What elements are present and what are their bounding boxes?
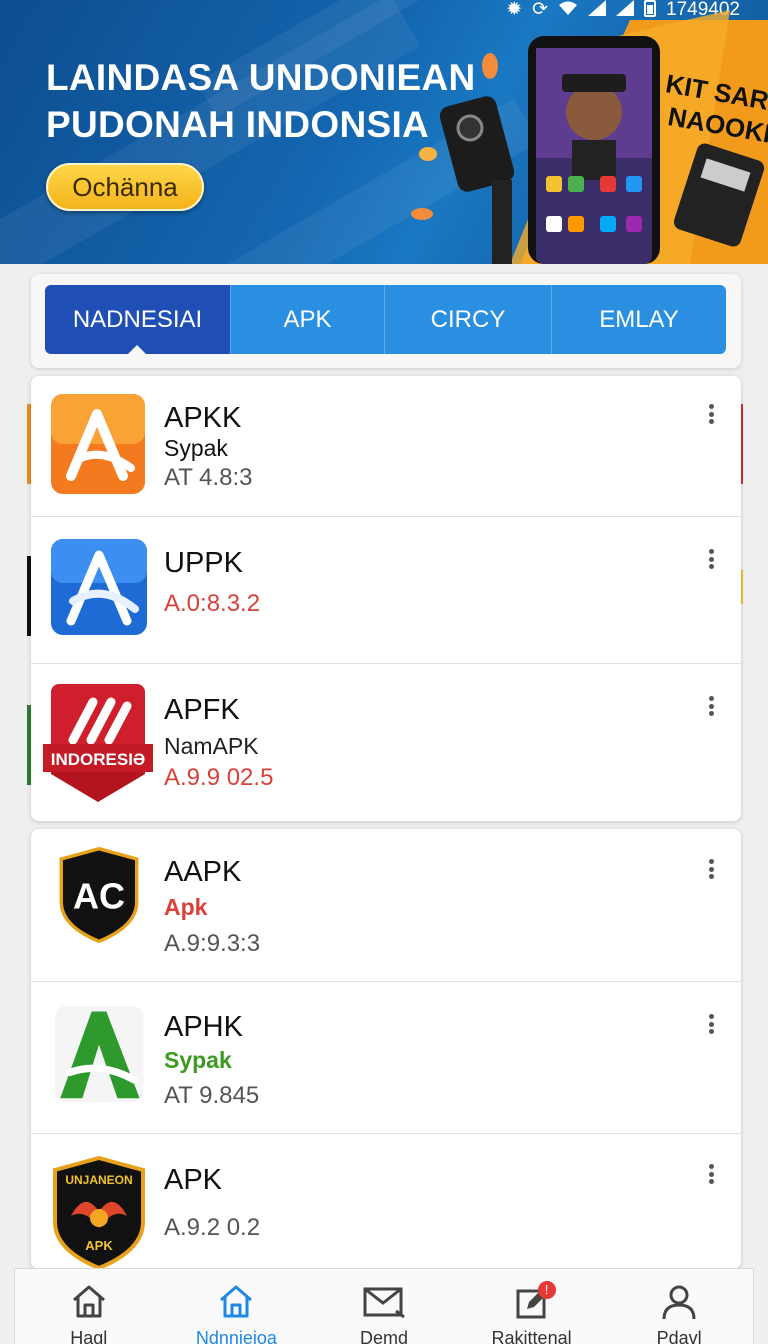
mail-icon	[363, 1287, 405, 1319]
app-name: APFK	[164, 694, 240, 726]
red-indonesia-app-icon: INDORESIƏ	[43, 684, 153, 802]
app-icon-text: AC	[73, 876, 125, 917]
app-icon-text: UNJANEON	[65, 1173, 132, 1187]
app-version: A.9.9 02.5	[164, 764, 274, 791]
nav-label: Pdavl	[656, 1328, 702, 1344]
tab-nadnesiai[interactable]: NADNESIAI	[45, 285, 230, 354]
list-item[interactable]: AC AAPK Apk A.9:9.3:3	[31, 829, 741, 982]
app-subtitle: Sypak	[164, 1047, 232, 1073]
category-tabs: NADNESIAI APK CIRCY EMLAY	[45, 285, 726, 354]
orange-a-app-icon	[51, 394, 145, 494]
active-tab-indicator	[127, 345, 147, 355]
app-name: APHK	[164, 1011, 243, 1043]
blue-a-app-icon	[51, 539, 147, 635]
list-item[interactable]: UNJANEON APK APK A.9.2 0.2	[31, 1134, 741, 1269]
app-version: A.9:9.3:3	[164, 930, 261, 957]
person-icon	[662, 1285, 696, 1320]
app-subtitle: Sypak	[164, 435, 228, 461]
ac-shield-app-icon: AC	[59, 847, 139, 943]
more-options-icon[interactable]	[706, 859, 716, 881]
nav-item-demd[interactable]: Demd	[310, 1269, 458, 1344]
home-icon	[72, 1285, 105, 1318]
tab-apk[interactable]: APK	[230, 285, 384, 354]
banner-cta-button[interactable]: Ochänna	[46, 163, 204, 211]
tab-emlay[interactable]: EMLAY	[551, 285, 726, 354]
more-options-icon[interactable]	[706, 404, 716, 426]
home-icon	[220, 1285, 253, 1318]
bottom-navigation: Hagl Ndnnieioa Demd ! Rakittenal Pdavl	[14, 1268, 754, 1344]
list-item[interactable]: INDORESIƏ APFK NamAPK A.9.9 02.5	[31, 664, 741, 821]
nav-label: Demd	[359, 1328, 408, 1344]
app-name: APK	[164, 1164, 223, 1196]
more-options-icon[interactable]	[706, 1014, 716, 1036]
promo-banner[interactable]: ✹ ⟳ 1749402 LAINDASA UNDONIEAN PUDONAH I…	[0, 0, 768, 264]
nav-item-rakittenal[interactable]: ! Rakittenal	[458, 1269, 606, 1344]
unjaneon-badge-app-icon: UNJANEON APK	[53, 1156, 145, 1269]
app-version: AT 4.8:3	[164, 464, 253, 491]
app-icon-text: INDORESIƏ	[51, 750, 146, 769]
list-item[interactable]: APKK Sypak AT 4.8:3	[31, 376, 741, 517]
app-version: A.0:8.3.2	[164, 590, 261, 617]
app-icon-text: APK	[85, 1238, 113, 1253]
promo-illustration: KIT SARR NAOOKI	[411, 10, 768, 264]
list-item[interactable]: APHK Sypak AT 9.845	[31, 982, 741, 1134]
app-name: UPPK	[164, 547, 243, 579]
nav-item-hagl[interactable]: Hagl	[15, 1269, 163, 1344]
notification-badge: !	[537, 1281, 556, 1299]
app-name: AAPK	[164, 856, 242, 888]
app-subtitle: NamAPK	[164, 733, 259, 759]
list-item[interactable]: UPPK A.0:8.3.2	[31, 517, 741, 664]
app-version: AT 9.845	[164, 1082, 260, 1109]
nav-item-ndnnieioa[interactable]: Ndnnieioa	[163, 1269, 311, 1344]
more-options-icon[interactable]	[706, 696, 716, 718]
nav-label: Hagl	[70, 1328, 108, 1344]
nav-label: Rakittenal	[491, 1328, 572, 1344]
nav-label: Ndnnieioa	[195, 1328, 277, 1344]
app-version: A.9.2 0.2	[164, 1214, 261, 1241]
app-list-card: APKK Sypak AT 4.8:3 UPPK A.0:8.3.2 INDOR…	[31, 376, 741, 821]
app-name: APKK	[164, 402, 242, 434]
green-a-app-icon	[54, 1006, 144, 1102]
nav-item-pdavl[interactable]: Pdavl	[605, 1269, 753, 1344]
more-options-icon[interactable]	[706, 549, 716, 571]
tab-circy[interactable]: CIRCY	[384, 285, 551, 354]
app-subtitle: Apk	[164, 894, 208, 920]
app-list-card: AC AAPK Apk A.9:9.3:3 APHK Sypak AT 9.84…	[31, 829, 741, 1269]
more-options-icon[interactable]	[706, 1164, 716, 1186]
